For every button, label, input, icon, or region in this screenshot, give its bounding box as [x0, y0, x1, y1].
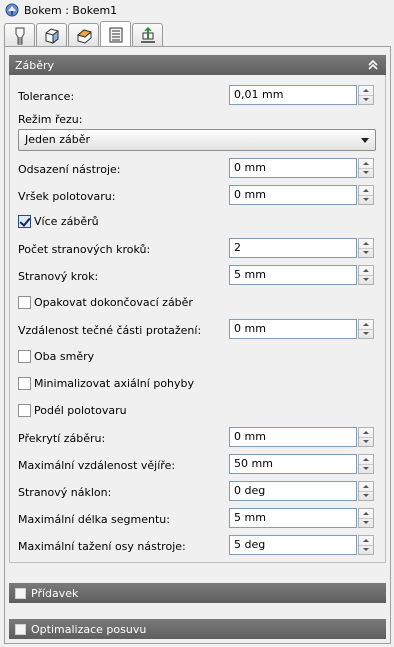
minimize-axial-row[interactable]: Minimalizovat axiální pohyby — [18, 377, 194, 390]
along-stock-row[interactable]: Podél polotovaru — [18, 404, 127, 417]
max-fan-distance-label: Maximální vzdálenost vějíře: — [18, 459, 176, 472]
tangent-extension-label: Vzdálenost tečné části protažení: — [18, 324, 202, 337]
window-titlebar: Bokem : Bokem1 — [0, 0, 394, 20]
pass-overlap-spinner[interactable] — [358, 427, 374, 447]
minimize-axial-label: Minimalizovat axiální pohyby — [34, 377, 195, 390]
cut-mode-label: Režim řezu: — [18, 113, 83, 126]
tab-passes[interactable] — [100, 21, 131, 47]
stock-top-spinner[interactable] — [358, 185, 374, 205]
tolerance-spinner[interactable] — [358, 85, 374, 105]
stock-top-input[interactable]: 0 mm — [229, 185, 357, 205]
tangent-extension-input[interactable]: 0 mm — [229, 319, 357, 339]
stepover-spinner[interactable] — [358, 265, 374, 285]
max-tool-axis-drag-spinner[interactable] — [358, 535, 374, 555]
both-directions-row[interactable]: Oba směry — [18, 350, 94, 363]
finishing-offset-input[interactable]: 0 mm — [229, 158, 357, 178]
pass-overlap-label: Překrytí záběru: — [18, 432, 106, 445]
max-segment-length-label: Maximální délka segmentu: — [18, 513, 170, 526]
window-title: Bokem : Bokem1 — [24, 3, 118, 17]
passes-icon — [109, 27, 122, 42]
tab-linking[interactable] — [132, 23, 163, 47]
section-header-feed-optimization[interactable]: Optimalizace posuvu — [9, 619, 386, 639]
multiple-passes-checkbox[interactable] — [18, 215, 31, 228]
both-directions-checkbox[interactable] — [18, 350, 31, 363]
stepover-count-spinner[interactable] — [358, 238, 374, 258]
side-tilt-spinner[interactable] — [358, 481, 374, 501]
heights-icon — [76, 28, 92, 44]
stock-top-label: Vršek polotovaru: — [18, 190, 116, 203]
cut-mode-dropdown[interactable]: Jeden záběr — [18, 129, 376, 151]
tangent-extension-spinner[interactable] — [358, 319, 374, 339]
tolerance-input[interactable]: 0,01 mm — [229, 85, 357, 105]
section-title-passes: Záběry — [15, 58, 55, 72]
stepover-input[interactable]: 5 mm — [229, 265, 357, 285]
cut-mode-selected: Jeden záběr — [25, 133, 91, 146]
finishing-offset-spinner[interactable] — [358, 158, 374, 178]
allowance-checkbox[interactable] — [15, 587, 26, 599]
tool-icon — [15, 27, 24, 44]
tab-shape[interactable] — [36, 23, 67, 47]
multiple-passes-row[interactable]: Více záběrů — [18, 215, 99, 228]
app-icon — [5, 3, 19, 17]
feed-optimization-checkbox[interactable] — [15, 623, 26, 635]
max-tool-axis-drag-input[interactable]: 5 deg — [229, 535, 357, 555]
collapse-icon[interactable] — [366, 58, 380, 72]
max-segment-length-input[interactable]: 5 mm — [229, 508, 357, 528]
minimize-axial-checkbox[interactable] — [18, 377, 31, 390]
along-stock-label: Podél polotovaru — [34, 404, 127, 417]
stepover-count-label: Počet stranových kroků: — [18, 243, 151, 256]
section-title-allowance: Přídavek — [31, 586, 79, 600]
repeat-finishing-row[interactable]: Opakovat dokončovací záběr — [18, 296, 193, 309]
side-tilt-label: Stranový náklon: — [18, 486, 112, 499]
section-title-feed-optimization: Optimalizace posuvu — [31, 622, 147, 636]
section-header-passes[interactable]: Záběry — [9, 55, 386, 75]
along-stock-checkbox[interactable] — [18, 404, 31, 417]
side-tilt-input[interactable]: 0 deg — [229, 481, 357, 501]
stepover-count-input[interactable]: 2 — [229, 238, 357, 258]
pass-overlap-input[interactable]: 0 mm — [229, 427, 357, 447]
tab-bar — [4, 21, 164, 47]
both-directions-label: Oba směry — [34, 350, 95, 363]
max-fan-distance-input[interactable]: 50 mm — [229, 454, 357, 474]
repeat-finishing-checkbox[interactable] — [18, 296, 31, 309]
max-segment-length-spinner[interactable] — [358, 508, 374, 528]
repeat-finishing-label: Opakovat dokončovací záběr — [34, 296, 193, 309]
tolerance-label: Tolerance: — [18, 90, 75, 103]
linking-icon — [140, 26, 155, 43]
shape-icon — [45, 27, 58, 44]
finishing-offset-label: Odsazení nástroje: — [18, 163, 121, 176]
tab-heights[interactable] — [68, 23, 99, 47]
max-tool-axis-drag-label: Maximální tažení osy nástroje: — [18, 540, 186, 553]
max-fan-distance-spinner[interactable] — [358, 454, 374, 474]
multiple-passes-label: Více záběrů — [34, 215, 99, 228]
tab-tool[interactable] — [4, 23, 35, 47]
stepover-label: Stranový krok: — [18, 270, 99, 283]
chevron-down-icon — [361, 138, 369, 143]
section-header-allowance[interactable]: Přídavek — [9, 583, 386, 603]
